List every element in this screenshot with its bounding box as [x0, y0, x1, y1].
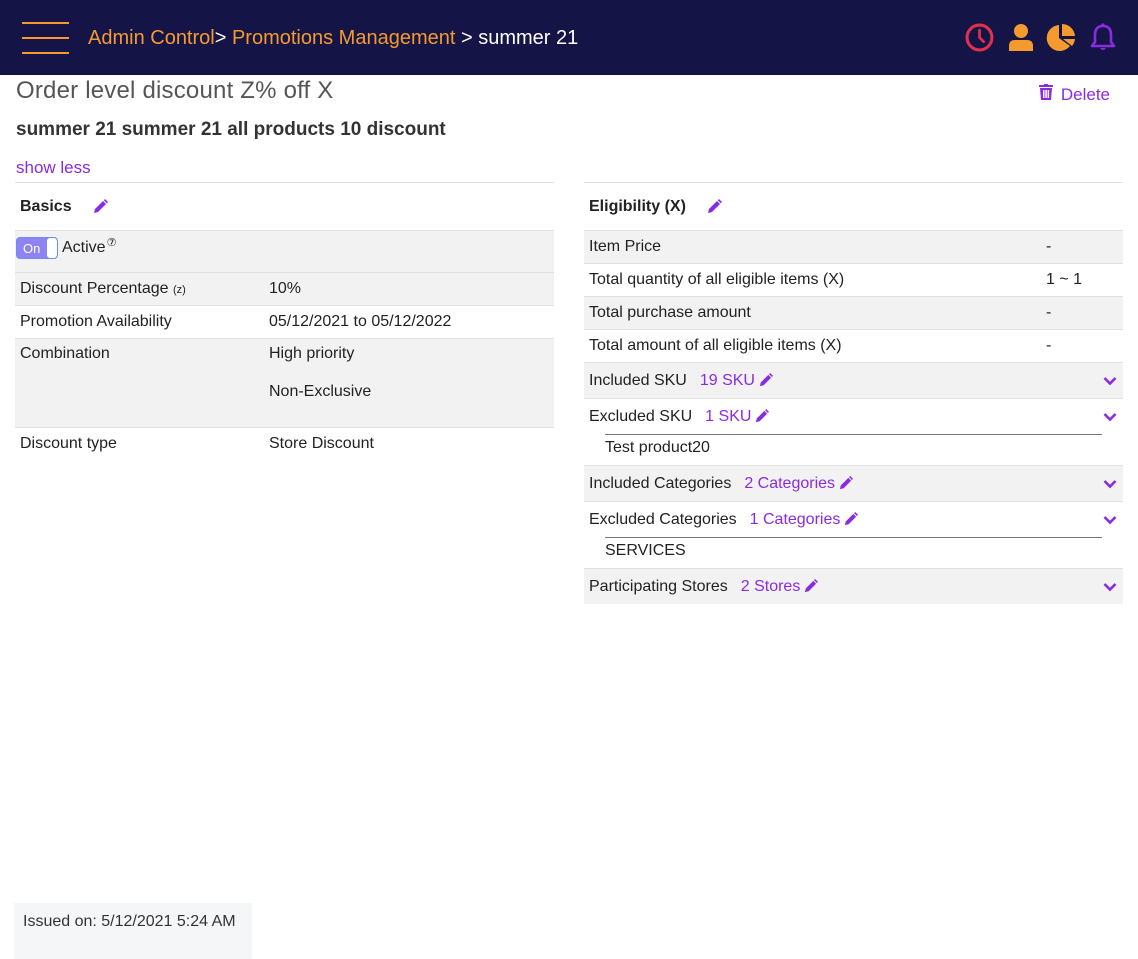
total-eligible-amount-label: Total amount of all eligible items (X) — [589, 337, 842, 354]
edit-eligibility-pencil-icon[interactable] — [706, 198, 722, 215]
breadcrumb: Admin Control> Promotions Management > s… — [88, 25, 578, 51]
basics-panel: Basics On Active ⑦ Discount Percentage (z… — [15, 182, 554, 460]
basics-title: Basics — [20, 197, 72, 215]
included-sku-count[interactable]: 19 SKU — [700, 372, 773, 390]
chevron-down-icon[interactable] — [1103, 476, 1117, 494]
excluded-sku-count-text: 1 SKU — [705, 407, 752, 425]
discount-type-label: Discount type — [20, 435, 117, 452]
breadcrumb-current: summer 21 — [478, 27, 579, 49]
promotion-availability-value: 05/12/2021 to 05/12/2022 — [269, 313, 452, 330]
combination-exclusivity: Non-Exclusive — [269, 383, 372, 400]
combination-priority: High priority — [269, 345, 355, 362]
page-title: Order level discount Z% off X — [16, 77, 334, 104]
participating-stores-count[interactable]: 2 Stores — [741, 578, 819, 596]
active-label: Active — [62, 239, 106, 256]
total-eligible-amount-row: Total amount of all eligible items (X) - — [584, 329, 1123, 362]
item-price-row: Item Price - — [584, 230, 1123, 263]
discount-type-value: Store Discount — [269, 435, 374, 452]
excluded-sku-item: Test product20 — [605, 434, 1102, 465]
total-purchase-amount-label: Total purchase amount — [589, 304, 751, 321]
discount-percentage-row: Discount Percentage (z) 10% — [15, 272, 554, 305]
included-categories-count-text: 2 Categories — [744, 474, 836, 492]
excluded-category-item: SERVICES — [605, 537, 1102, 568]
bell-icon[interactable] — [1087, 22, 1118, 53]
toggle-knob — [47, 238, 57, 258]
eligibility-title: Eligibility (X) — [589, 197, 686, 215]
excluded-categories-count[interactable]: 1 Categories — [750, 511, 859, 529]
included-sku-count-text: 19 SKU — [699, 371, 755, 389]
user-icon[interactable] — [1005, 22, 1036, 53]
promotion-availability-row: Promotion Availability 05/12/2021 to 05/… — [15, 305, 554, 338]
participating-stores-section: Participating Stores 2 Stores — [584, 568, 1123, 604]
active-row: On Active ⑦ — [15, 230, 554, 272]
discount-percentage-value: 10% — [269, 280, 302, 297]
breadcrumb-separator: > — [214, 27, 227, 49]
item-price-value: - — [1046, 238, 1052, 255]
included-sku-label: Included SKU — [589, 371, 687, 389]
included-categories-section: Included Categories 2 Categories — [584, 465, 1123, 501]
discount-percentage-suffix: (z) — [172, 284, 186, 296]
total-purchase-amount-row: Total purchase amount - — [584, 296, 1123, 329]
excluded-categories-section: Excluded Categories 1 Categories SERVICE… — [584, 501, 1123, 568]
pie-chart-icon[interactable] — [1046, 22, 1077, 53]
breadcrumb-promotions-management[interactable]: Promotions Management — [232, 27, 455, 49]
chevron-down-icon[interactable] — [1103, 373, 1117, 391]
excluded-sku-count[interactable]: 1 SKU — [705, 407, 770, 426]
excluded-categories-label: Excluded Categories — [589, 510, 737, 528]
discount-type-row: Discount type Store Discount — [15, 427, 554, 460]
excluded-sku-label: Excluded SKU — [589, 407, 693, 425]
hamburger-menu-icon[interactable] — [22, 22, 70, 54]
issued-on-timestamp: Issued on: 5/12/2021 5:24 AM — [14, 903, 252, 959]
edit-basics-pencil-icon[interactable] — [92, 198, 108, 215]
breadcrumb-separator: > — [460, 27, 473, 49]
top-navigation-bar: Admin Control> Promotions Management > s… — [0, 0, 1138, 75]
pencil-icon[interactable] — [838, 476, 854, 491]
excluded-categories-count-text: 1 Categories — [749, 510, 841, 528]
promotion-name: summer 21 summer 21 all products 10 disc… — [16, 119, 446, 140]
delete-button[interactable]: Delete — [1038, 84, 1110, 105]
promotion-availability-label: Promotion Availability — [20, 313, 172, 330]
eligibility-panel: Eligibility (X) Item Price - Total quant… — [584, 182, 1123, 604]
included-categories-label: Included Categories — [589, 474, 732, 492]
trash-icon — [1038, 84, 1053, 105]
total-quantity-label: Total quantity of all eligible items (X) — [589, 271, 845, 288]
toggle-on-label: On — [23, 240, 41, 256]
combination-row: Combination High priority Non-Exclusive — [15, 338, 554, 427]
participating-stores-label: Participating Stores — [589, 577, 728, 595]
pencil-icon[interactable] — [758, 373, 773, 388]
excluded-sku-section: Excluded SKU 1 SKU Test product20 — [584, 398, 1123, 465]
item-price-label: Item Price — [589, 238, 662, 255]
combination-label: Combination — [20, 345, 110, 362]
pencil-icon[interactable] — [754, 409, 770, 424]
clock-icon[interactable] — [964, 22, 995, 53]
pencil-icon[interactable] — [843, 512, 859, 527]
total-quantity-value: 1 ~ 1 — [1046, 271, 1083, 288]
total-eligible-amount-value: - — [1046, 337, 1052, 354]
included-categories-count[interactable]: 2 Categories — [744, 474, 854, 493]
active-toggle[interactable]: On — [16, 237, 58, 259]
discount-percentage-label: Discount Percentage — [20, 280, 169, 297]
pencil-icon[interactable] — [803, 579, 819, 594]
included-sku-section: Included SKU 19 SKU — [584, 362, 1123, 398]
show-less-link[interactable]: show less — [16, 158, 91, 178]
chevron-down-icon[interactable] — [1103, 579, 1117, 597]
total-quantity-row: Total quantity of all eligible items (X)… — [584, 263, 1123, 296]
total-purchase-amount-value: - — [1046, 304, 1052, 321]
delete-label: Delete — [1060, 84, 1110, 104]
help-icon[interactable]: ⑦ — [107, 236, 117, 249]
participating-stores-count-text: 2 Stores — [740, 577, 801, 595]
breadcrumb-admin-control[interactable]: Admin Control — [88, 27, 215, 49]
chevron-down-icon[interactable] — [1103, 512, 1117, 530]
chevron-down-icon[interactable] — [1103, 409, 1117, 427]
